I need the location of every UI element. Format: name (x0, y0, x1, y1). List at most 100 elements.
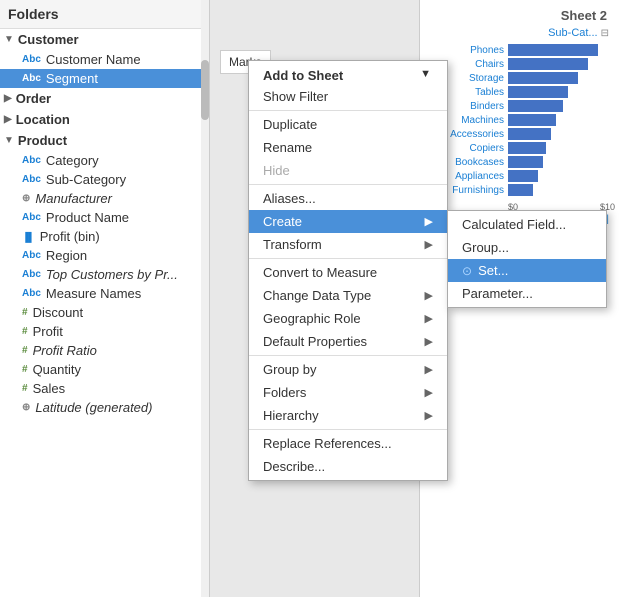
create-label: Create (263, 214, 302, 229)
measure-icon: # (22, 307, 28, 318)
bar-fill (508, 156, 543, 168)
bar-row: Storage (424, 72, 615, 84)
duplicate-label: Duplicate (263, 117, 317, 132)
field-label: Category (46, 153, 99, 168)
field-label: Profit Ratio (33, 343, 97, 358)
bar-fill (508, 100, 563, 112)
field-top-customers[interactable]: Abc Top Customers by Pr... (0, 265, 209, 284)
bar-fill (508, 72, 578, 84)
menu-aliases[interactable]: Aliases... (249, 187, 447, 210)
field-label: Measure Names (46, 286, 141, 301)
bar-fill (508, 128, 551, 140)
menu-duplicate[interactable]: Duplicate (249, 113, 447, 136)
field-label: Manufacturer (35, 191, 112, 206)
menu-geographic-role[interactable]: Geographic Role ▶ (249, 307, 447, 330)
menu-transform[interactable]: Transform ▶ (249, 233, 447, 256)
divider (249, 258, 447, 259)
default-properties-label: Default Properties (263, 334, 367, 349)
bar-fill (508, 86, 568, 98)
submenu-arrow-icon: ▶ (425, 312, 433, 325)
submenu-calculated-field[interactable]: Calculated Field... (448, 213, 606, 236)
measure-icon: # (22, 345, 28, 356)
folder-order[interactable]: ▶ Order (0, 88, 209, 109)
bar-row: Furnishings (424, 184, 615, 196)
bar-chart: Phones Chairs Storage Tables Binders Machines… (424, 42, 615, 200)
field-label: Segment (46, 71, 98, 86)
bar-row: Machines (424, 114, 615, 126)
folder-product-label: Product (18, 133, 67, 148)
subcat-label: Sub-Cat... (548, 27, 598, 39)
submenu-set[interactable]: ⊙ Set... (448, 259, 606, 282)
menu-group-by[interactable]: Group by ▶ (249, 358, 447, 381)
menu-show-filter[interactable]: Show Filter (249, 85, 447, 108)
abc-icon: Abc (22, 250, 41, 261)
hierarchy-label: Hierarchy (263, 408, 319, 423)
context-menu: Add to Sheet ▼ Show Filter Duplicate Ren… (248, 60, 448, 481)
submenu-arrow-icon: ▶ (425, 363, 433, 376)
menu-rename[interactable]: Rename (249, 136, 447, 159)
field-product-name[interactable]: Abc Product Name (0, 208, 209, 227)
parameter-label: Parameter... (462, 286, 533, 301)
main-container: Folders ▼ Customer Abc Customer Name Abc… (0, 0, 619, 597)
scroll-thumb[interactable] (201, 60, 209, 120)
bar-fill (508, 58, 588, 70)
submenu-group[interactable]: Group... (448, 236, 606, 259)
menu-change-data-type[interactable]: Change Data Type ▶ (249, 284, 447, 307)
field-label: Region (46, 248, 87, 263)
field-segment[interactable]: Abc Segment (0, 69, 209, 88)
field-region[interactable]: Abc Region (0, 246, 209, 265)
menu-convert-to-measure[interactable]: Convert to Measure (249, 261, 447, 284)
scrollbar[interactable] (201, 0, 209, 597)
menu-create[interactable]: Create ▶ Calculated Field... Group... ⊙ … (249, 210, 447, 233)
menu-hierarchy[interactable]: Hierarchy ▶ (249, 404, 447, 427)
field-discount[interactable]: # Discount (0, 303, 209, 322)
aliases-label: Aliases... (263, 191, 316, 206)
field-label: Quantity (33, 362, 81, 377)
add-to-sheet-label: Add to Sheet (263, 68, 343, 83)
field-manufacturer[interactable]: ⊕ Manufacturer (0, 189, 209, 208)
bar-label: Phones (424, 45, 504, 56)
field-profit-bin[interactable]: ▐▌ Profit (bin) (0, 227, 209, 246)
folder-product[interactable]: ▼ Product (0, 130, 209, 151)
bar-row: Tables (424, 86, 615, 98)
folder-order-label: Order (16, 91, 51, 106)
submenu-parameter[interactable]: Parameter... (448, 282, 606, 305)
group-label: Group... (462, 240, 509, 255)
submenu-arrow-icon: ▶ (425, 335, 433, 348)
dropdown-arrow: ▼ (420, 68, 431, 80)
measure-icon: # (22, 326, 28, 337)
field-quantity[interactable]: # Quantity (0, 360, 209, 379)
menu-default-properties[interactable]: Default Properties ▶ (249, 330, 447, 353)
folder-location[interactable]: ▶ Location (0, 109, 209, 130)
folders-label: Folders (263, 385, 306, 400)
field-label: Discount (33, 305, 84, 320)
left-panel: Folders ▼ Customer Abc Customer Name Abc… (0, 0, 210, 597)
bar-fill (508, 114, 556, 126)
bar-row: Appliances (424, 170, 615, 182)
menu-describe[interactable]: Describe... (249, 455, 447, 478)
bar-row: Chairs (424, 58, 615, 70)
folder-location-label: Location (16, 112, 70, 127)
field-profit[interactable]: # Profit (0, 322, 209, 341)
field-latitude[interactable]: ⊕ Latitude (generated) (0, 398, 209, 417)
bar-row: Binders (424, 100, 615, 112)
subcat-header: Sub-Cat... ⊟ (424, 27, 615, 39)
describe-label: Describe... (263, 459, 325, 474)
field-category[interactable]: Abc Category (0, 151, 209, 170)
abc-icon: Abc (22, 174, 41, 185)
abc-icon: Abc (22, 269, 41, 280)
geographic-role-label: Geographic Role (263, 311, 361, 326)
replace-references-label: Replace References... (263, 436, 392, 451)
divider (249, 184, 447, 185)
menu-replace-references[interactable]: Replace References... (249, 432, 447, 455)
field-measure-names[interactable]: Abc Measure Names (0, 284, 209, 303)
field-sales[interactable]: # Sales (0, 379, 209, 398)
folder-customer[interactable]: ▼ Customer (0, 29, 209, 50)
field-label: Top Customers by Pr... (46, 267, 178, 282)
bar-row: Bookcases (424, 156, 615, 168)
menu-folders[interactable]: Folders ▶ (249, 381, 447, 404)
field-customer-name[interactable]: Abc Customer Name (0, 50, 209, 69)
field-profit-ratio[interactable]: # Profit Ratio (0, 341, 209, 360)
convert-to-measure-label: Convert to Measure (263, 265, 377, 280)
field-sub-category[interactable]: Abc Sub-Category (0, 170, 209, 189)
